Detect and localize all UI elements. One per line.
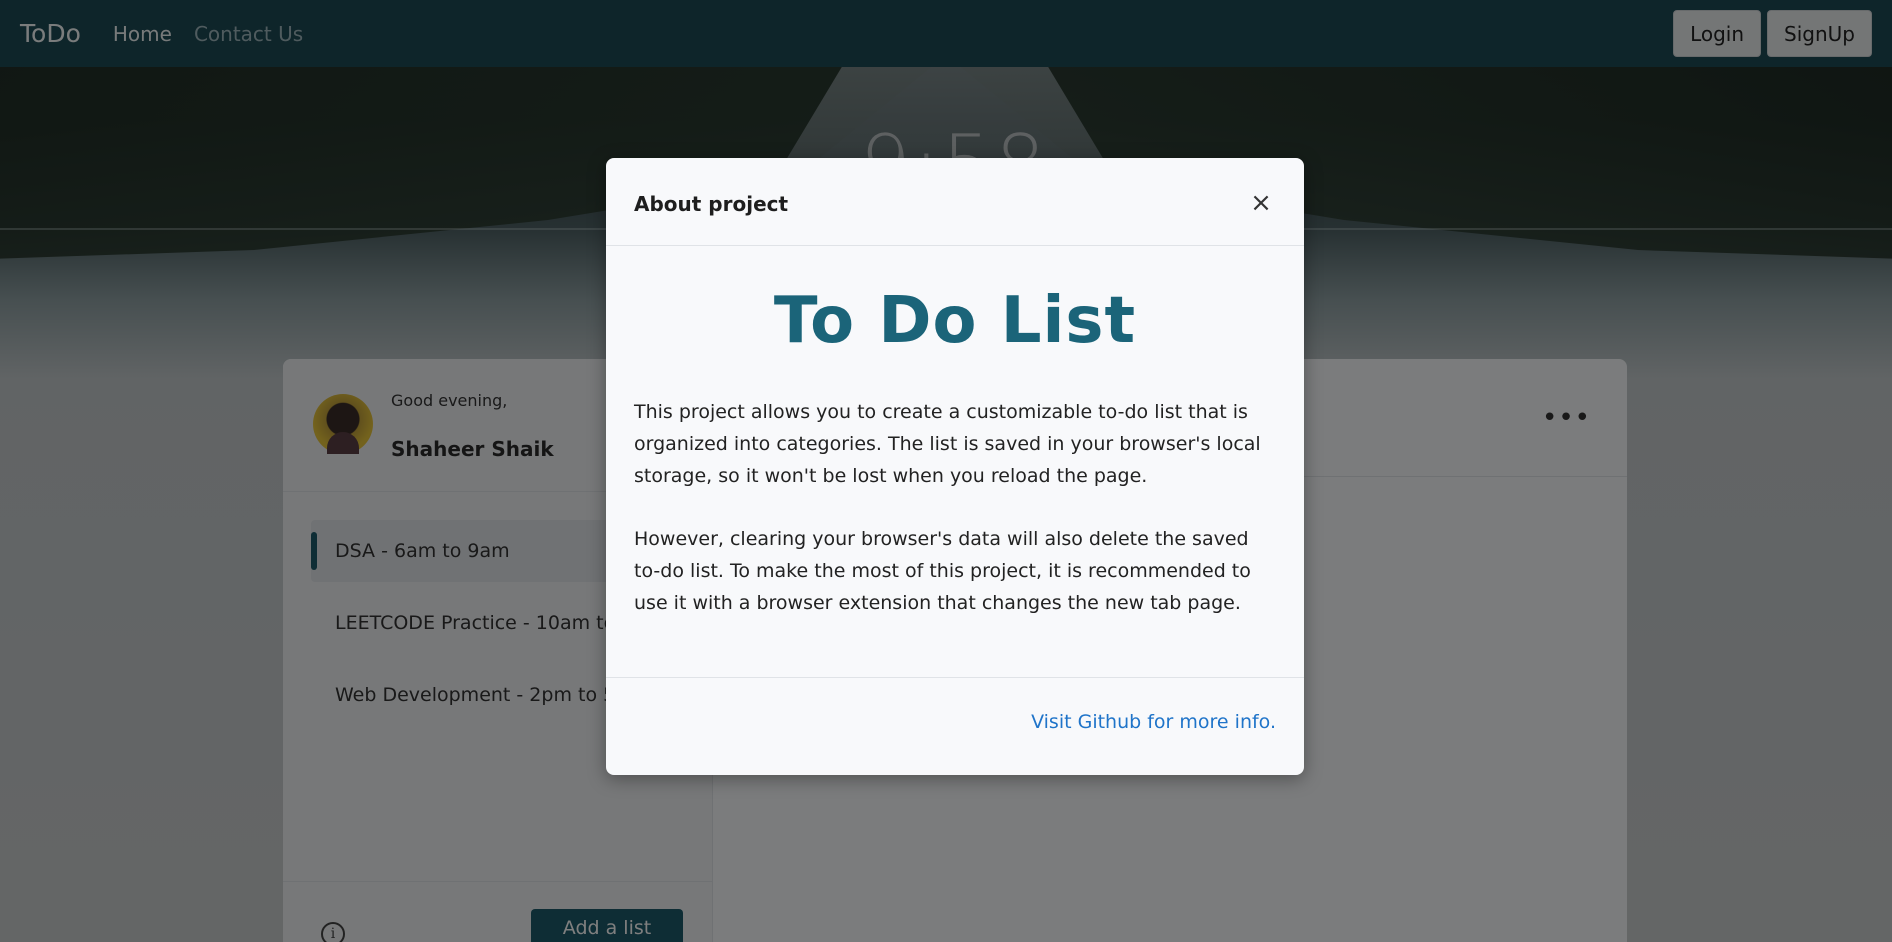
about-modal: About project × To Do List This project … [606, 158, 1304, 775]
modal-title: About project [634, 192, 789, 216]
modal-footer: Visit Github for more info. [606, 678, 1304, 774]
github-link[interactable]: Visit Github for more info. [1031, 711, 1276, 733]
modal-body: To Do List This project allows you to cr… [606, 246, 1304, 678]
description-paragraph: This project allows you to create a cust… [634, 401, 1261, 487]
close-icon[interactable]: × [1244, 186, 1278, 220]
warning-paragraph: However, clearing your browser's data wi… [634, 528, 1251, 614]
project-heading: To Do List [773, 284, 1137, 358]
modal-header: About project × [606, 158, 1304, 246]
